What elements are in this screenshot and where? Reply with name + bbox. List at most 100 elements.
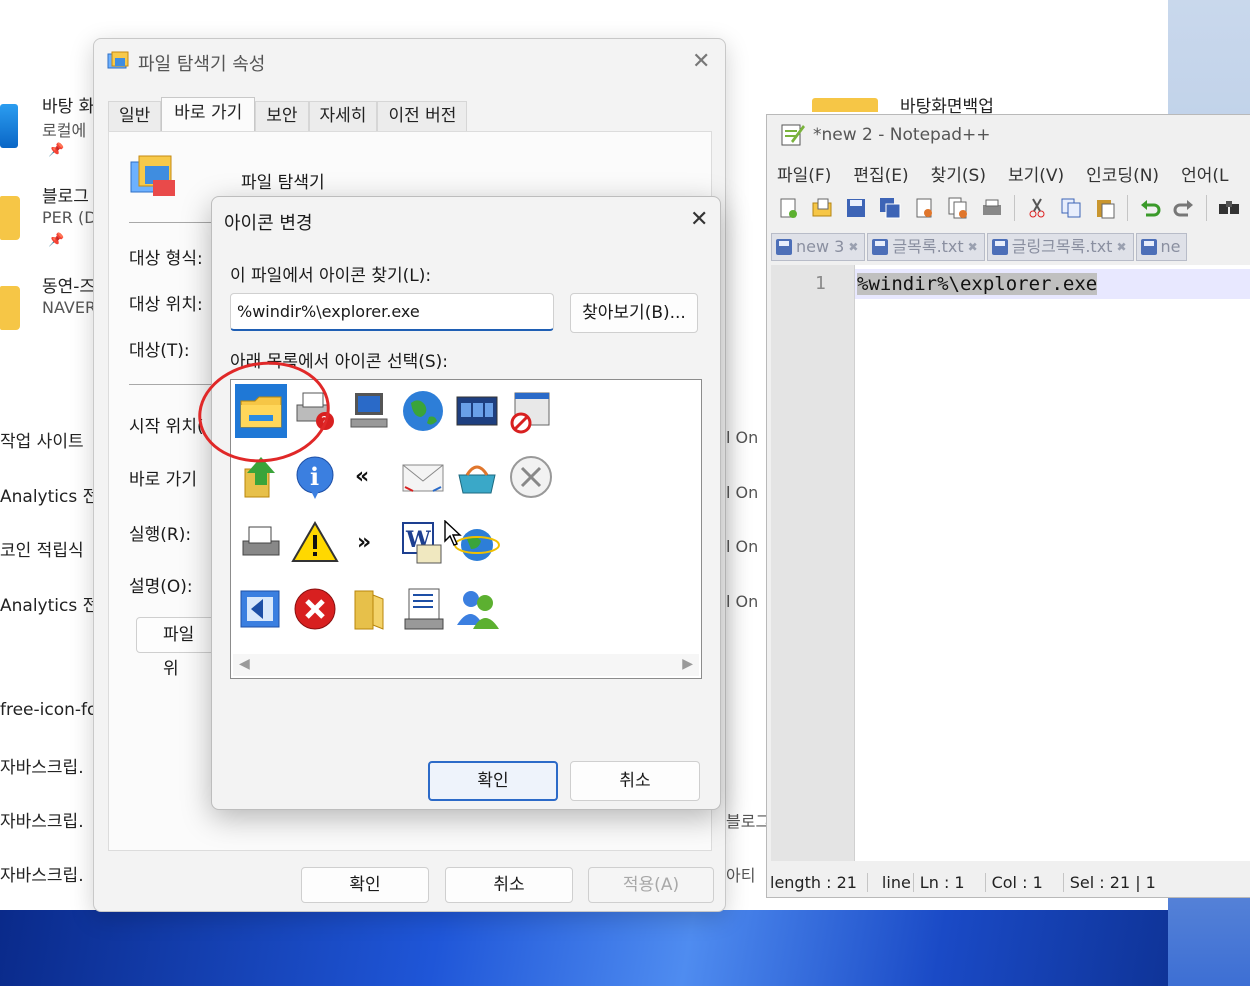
svg-text:i: i [310, 462, 319, 491]
doc-tab[interactable]: 글링크목록.txt ✖ [986, 233, 1134, 261]
notepad-plus-plus-icon [781, 124, 805, 146]
print-icon[interactable] [977, 194, 1007, 222]
tab-security[interactable]: 보안 [255, 101, 309, 131]
cancel-button[interactable]: 취소 [445, 867, 573, 903]
double-left-arrow-icon[interactable]: « [343, 450, 395, 504]
cut-icon[interactable] [1022, 194, 1052, 222]
list-item[interactable]: 코인 적립식 [0, 536, 84, 561]
pinned-subtitle-2: PER (D [42, 208, 97, 227]
undo-icon[interactable] [1135, 194, 1165, 222]
tab-previous-versions[interactable]: 이전 버전 [377, 101, 468, 131]
pinned-title-3[interactable]: 동연-즈 [42, 272, 95, 297]
open-file-icon[interactable] [807, 194, 837, 222]
pin-icon: 📌 [48, 143, 65, 158]
scroll-left-icon[interactable]: ◀ [239, 656, 250, 672]
label-target-type: 대상 형식: [129, 249, 203, 269]
list-item[interactable]: 자바스크립. [0, 753, 84, 778]
menu-language[interactable]: 언어(L [1181, 161, 1228, 186]
icon-file-input[interactable] [230, 293, 554, 331]
list-item[interactable]: free-icon-fo [0, 700, 97, 720]
fax-printer-icon[interactable] [235, 516, 287, 570]
error-icon[interactable] [289, 582, 341, 636]
close-icon[interactable]: ✖ [968, 234, 978, 260]
mail-icon[interactable] [397, 450, 449, 504]
double-right-arrow-icon[interactable]: » [343, 516, 395, 570]
toolbar-separator [1206, 195, 1207, 221]
ok-button[interactable]: 확인 [428, 761, 558, 801]
doc-tab-label: new 3 [796, 237, 845, 256]
pinned-title-2[interactable]: 블로그 [42, 182, 89, 207]
folder-icon [812, 98, 878, 112]
list-item[interactable]: 자바스크립. [0, 861, 84, 886]
ok-button[interactable]: 확인 [301, 867, 429, 903]
list-item[interactable]: 자바스크립. [0, 807, 84, 832]
pinned-title-1[interactable]: 바탕 화 [42, 92, 94, 117]
close-icon[interactable]: ✕ [690, 207, 708, 232]
save-all-icon[interactable] [875, 194, 905, 222]
open-location-button[interactable]: 파일 위 [136, 617, 216, 679]
windows-icon[interactable] [451, 384, 503, 438]
list-item[interactable]: 작업 사이트 [0, 427, 84, 452]
globe-icon[interactable] [397, 384, 449, 438]
app-name: 파일 탐색기 [241, 173, 325, 193]
users-icon[interactable] [451, 582, 503, 636]
pinned-subtitle-3: NAVER [42, 298, 97, 317]
doc-tab[interactable]: 글목록.txt ✖ [867, 233, 985, 261]
paste-icon[interactable] [1090, 194, 1120, 222]
menu-edit[interactable]: 편집(E) [853, 161, 908, 186]
editor-area[interactable]: %windir%\explorer.exe [855, 265, 1250, 861]
close-icon[interactable]: ✕ [692, 49, 710, 74]
list-item[interactable]: Analytics 전 [0, 591, 98, 616]
computer-icon[interactable] [343, 384, 395, 438]
toolbar-separator [1014, 195, 1015, 221]
list-item-owner: l On [726, 592, 759, 611]
close-file-icon[interactable] [909, 194, 939, 222]
cancel-button[interactable]: 취소 [570, 761, 700, 801]
doc-tab[interactable]: new 3 ✖ [771, 233, 866, 261]
code-line[interactable]: %windir%\explorer.exe [857, 273, 1098, 295]
back-window-icon[interactable] [235, 582, 287, 636]
blocked-window-icon[interactable] [505, 384, 557, 438]
save-icon[interactable] [841, 194, 871, 222]
new-file-icon[interactable] [773, 194, 803, 222]
folder-icon [0, 286, 20, 330]
copy-icon[interactable] [1056, 194, 1086, 222]
apply-button[interactable]: 적용(A) [588, 867, 714, 903]
word-doc-icon[interactable]: W [397, 516, 449, 570]
document-tabs: new 3 ✖ 글목록.txt ✖ 글링크목록.txt ✖ ne [771, 233, 1189, 263]
dialog-title: 아이콘 변경 [224, 213, 313, 234]
list-item[interactable]: Analytics 전 [0, 482, 98, 507]
change-icon-dialog: 아이콘 변경 ✕ 이 파일에서 아이콘 찾기(L): 찾아보기(B)... 아래… [211, 196, 721, 810]
close-all-icon[interactable] [943, 194, 973, 222]
find-icon[interactable] [1214, 194, 1244, 222]
desktop-wallpaper [0, 910, 1250, 986]
tab-general[interactable]: 일반 [108, 101, 162, 131]
svg-text:«: « [355, 464, 369, 489]
folder-open-icon[interactable] [343, 582, 395, 636]
window-title: *new 2 - Notepad++ [813, 125, 991, 145]
status-line: line [868, 872, 914, 892]
scroll-right-icon[interactable]: ▶ [682, 656, 693, 672]
info-icon[interactable]: i [289, 450, 341, 504]
redo-icon[interactable] [1169, 194, 1199, 222]
menu-view[interactable]: 보기(V) [1008, 161, 1064, 186]
close-icon[interactable]: ✖ [848, 234, 858, 260]
doc-tab[interactable]: ne [1135, 233, 1188, 261]
tab-bar: 일반 바로 가기 보안 자세히 이전 버전 [108, 97, 468, 131]
blue-app-icon [0, 104, 18, 148]
save-icon [1140, 239, 1157, 255]
shopping-basket-icon[interactable] [451, 450, 503, 504]
menu-encoding[interactable]: 인코딩(N) [1086, 161, 1159, 186]
warning-icon[interactable] [289, 516, 341, 570]
cancel-circle-icon[interactable] [505, 450, 557, 504]
notepad-window: *new 2 - Notepad++ 파일(F) 편집(E) 찾기(S) 보기(… [766, 114, 1250, 898]
line-number: 1 [815, 273, 826, 294]
server-icon[interactable] [397, 582, 449, 636]
close-icon[interactable]: ✖ [1116, 234, 1126, 260]
browse-button[interactable]: 찾아보기(B)... [570, 293, 698, 333]
horizontal-scrollbar[interactable]: ◀ ▶ [233, 654, 699, 676]
menu-file[interactable]: 파일(F) [777, 161, 831, 186]
tab-shortcut[interactable]: 바로 가기 [161, 97, 256, 131]
tab-details[interactable]: 자세히 [308, 101, 378, 131]
menu-search[interactable]: 찾기(S) [931, 161, 986, 186]
